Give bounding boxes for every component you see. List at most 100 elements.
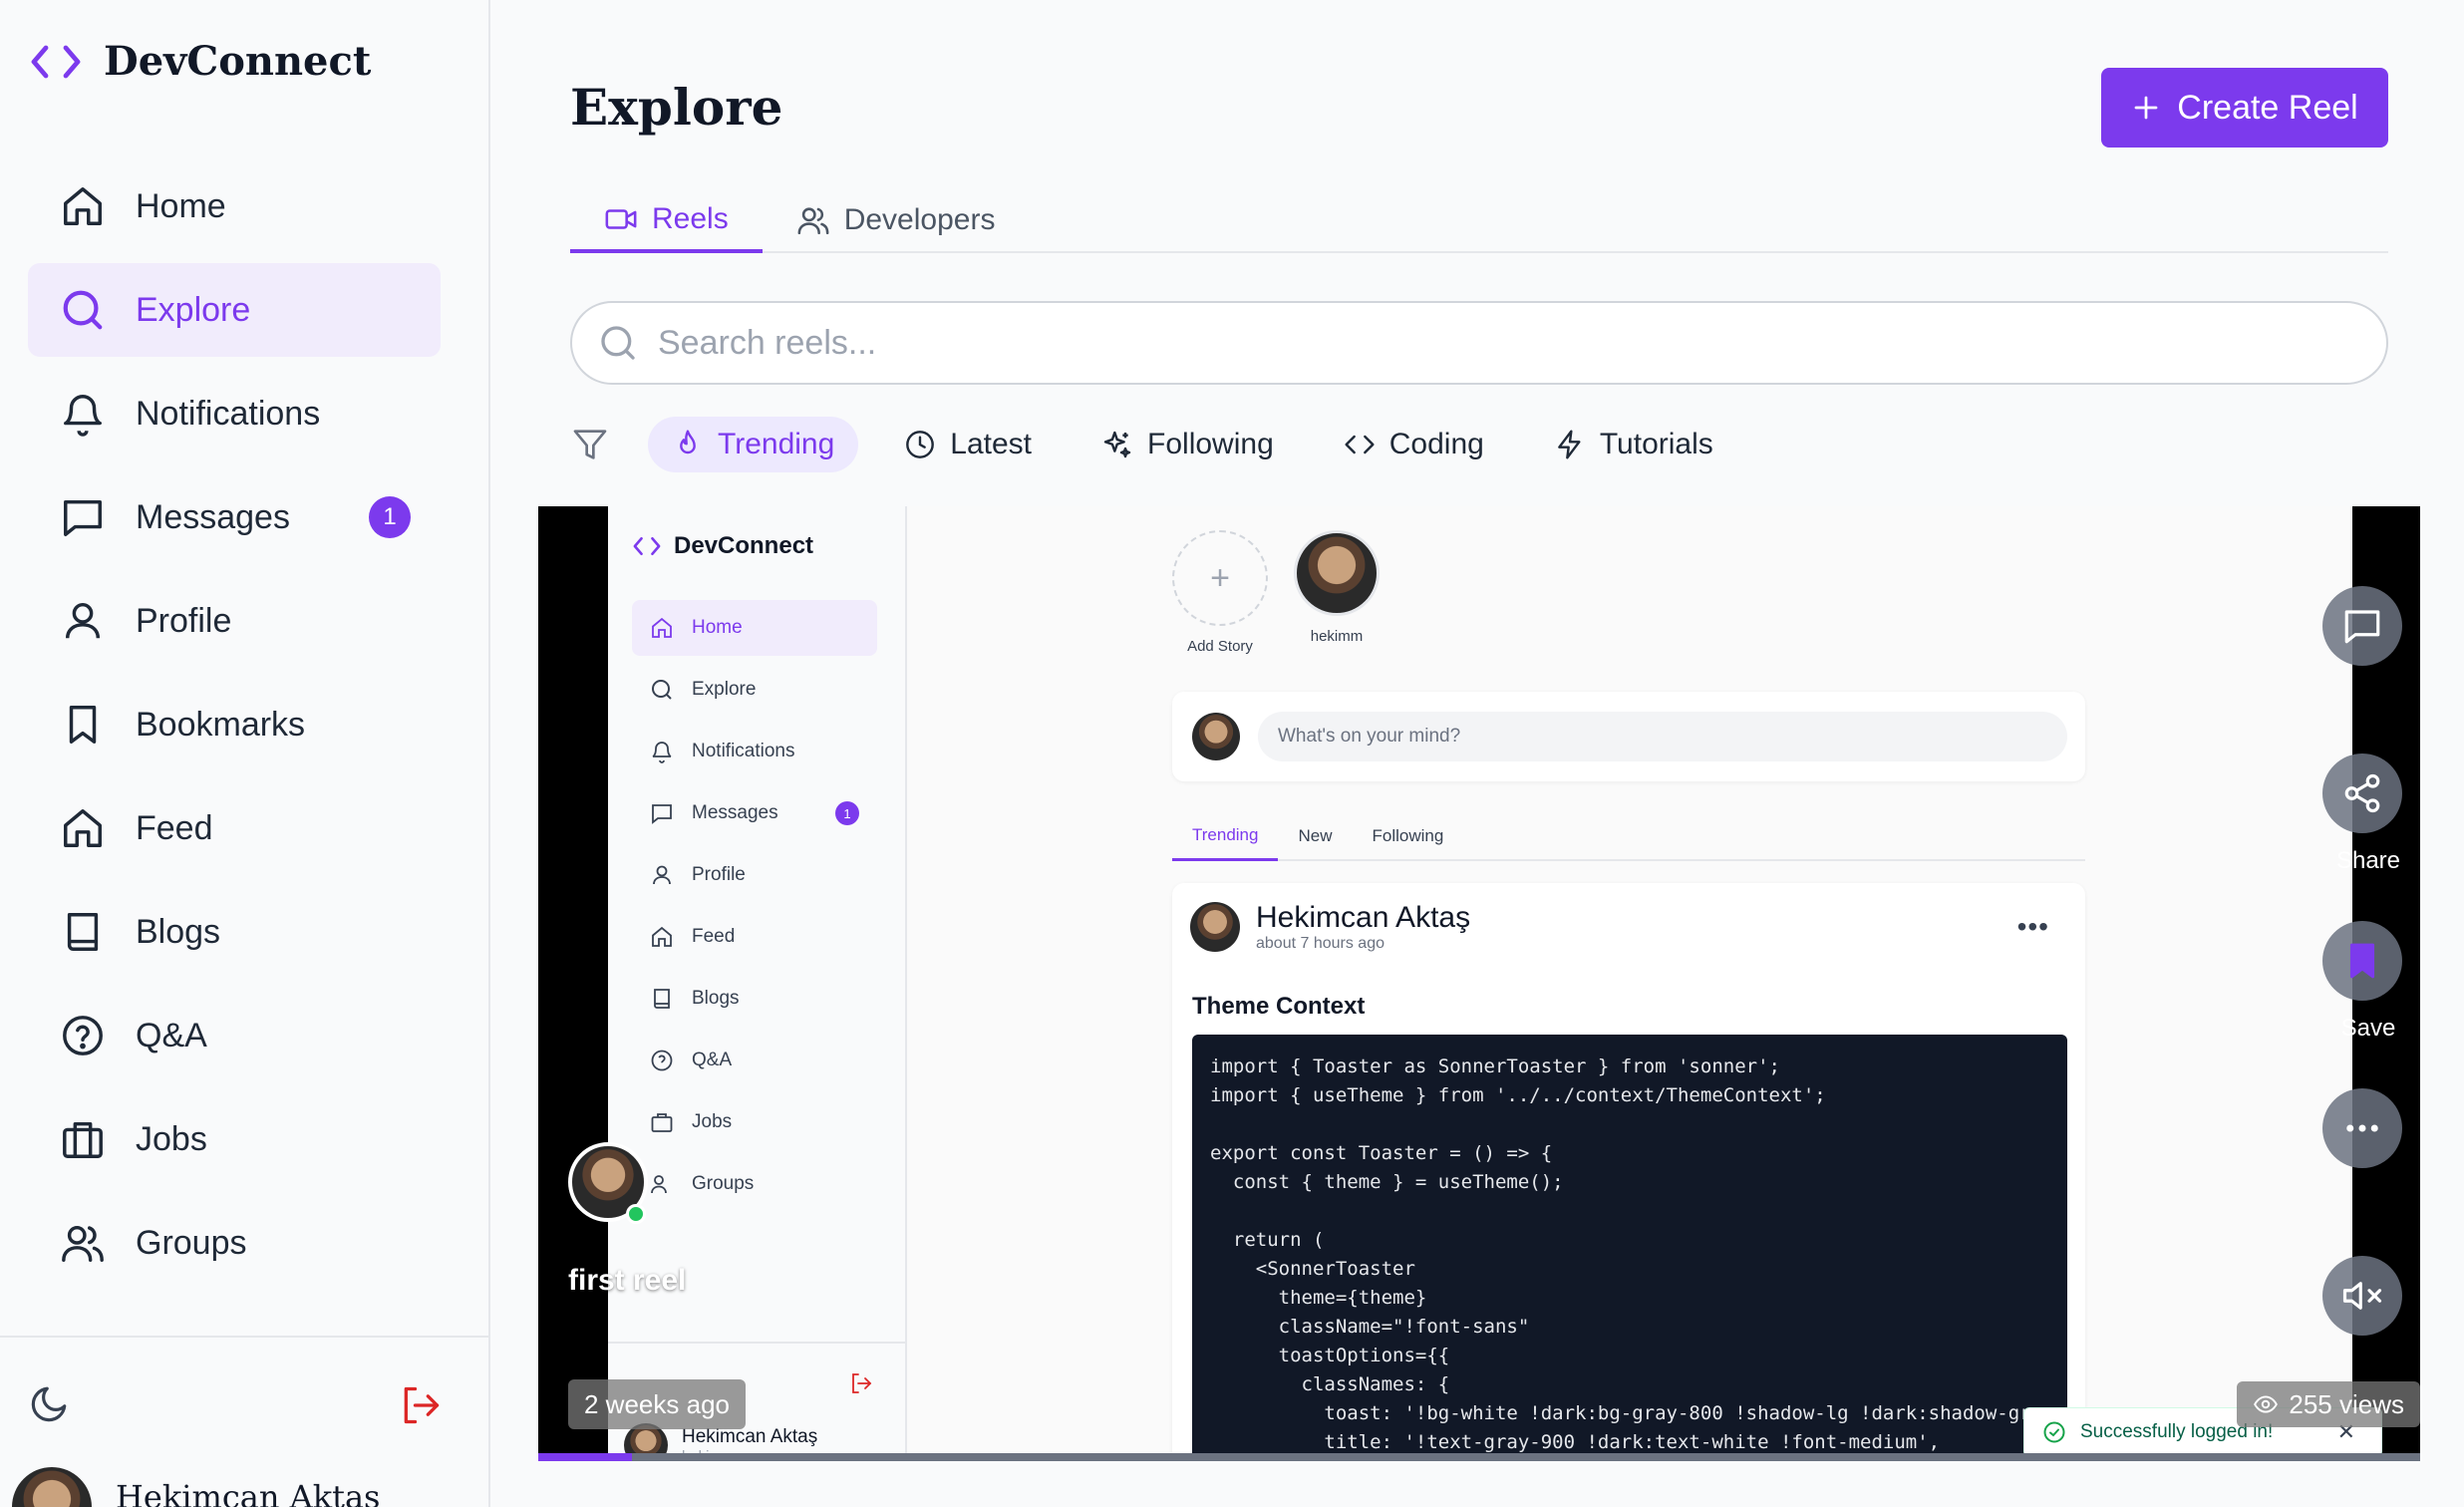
share-button[interactable] [2322, 754, 2402, 833]
moon-icon[interactable] [28, 1383, 70, 1425]
code-block: import { Toaster as SonnerToaster } from… [1192, 1035, 2067, 1461]
frame-divider [608, 1342, 907, 1344]
current-user[interactable]: Hekimcan Aktaş [12, 1467, 380, 1507]
create-reel-button[interactable]: Create Reel [2101, 68, 2388, 148]
help-circle-icon [651, 1050, 673, 1071]
filter-coding[interactable]: Coding [1320, 417, 1508, 472]
frame-nav-item: Feed [632, 909, 877, 965]
search-input[interactable] [658, 323, 2253, 363]
app-name: DevConnect [104, 38, 372, 85]
save-label: Save [2340, 1015, 2396, 1042]
clock-icon [906, 431, 935, 458]
filter-following[interactable]: Following [1078, 417, 1298, 472]
mute-button[interactable] [2322, 1256, 2402, 1336]
sidebar-item-label: Home [136, 186, 226, 225]
filter-label: Tutorials [1599, 428, 1713, 460]
frame-composer: What's on your mind? [1172, 692, 2085, 781]
story-label: Add Story [1187, 638, 1253, 655]
frame-nav: Home Explore Notifications Messages 1 Pro… [632, 600, 877, 1218]
story-add: + Add Story [1172, 530, 1268, 655]
sidebar-item-groups[interactable]: Groups [28, 1196, 441, 1290]
users-icon [797, 207, 829, 235]
logout-icon[interactable] [399, 1383, 443, 1427]
flame-icon [680, 430, 696, 454]
frame-nav-label: Feed [692, 926, 736, 947]
sidebar-item-messages[interactable]: Messages 1 [28, 470, 441, 564]
sidebar-item-feed[interactable]: Feed [28, 781, 441, 875]
frame-nav-label: Groups [692, 1173, 755, 1194]
save-button[interactable] [2322, 921, 2402, 1001]
frame-logo-text: DevConnect [674, 532, 814, 559]
online-indicator [626, 1204, 646, 1224]
filter-trending[interactable]: Trending [648, 417, 859, 472]
frame-tab: New [1298, 826, 1333, 845]
sidebar-divider [0, 1336, 488, 1338]
tab-developers[interactable]: Developers [763, 189, 1030, 251]
post-header: Hekimcan Aktaş about 7 hours ago [1190, 901, 1470, 953]
home-icon [652, 926, 672, 947]
bookmark-icon [2349, 943, 2375, 979]
sidebar-item-bookmarks[interactable]: Bookmarks [28, 678, 441, 771]
book-icon [67, 913, 99, 951]
filter-label: Latest [950, 428, 1033, 460]
views-count: 255 views [2289, 1388, 2404, 1419]
code-line: className="!font-sans" [1210, 1316, 1530, 1338]
main-content: Explore Create Reel Reels Developers Tre… [490, 0, 2464, 1507]
sidebar-item-profile[interactable]: Profile [28, 574, 441, 668]
share-icon [2344, 773, 2380, 813]
code-line: toastOptions={{ [1210, 1345, 1450, 1366]
avatar [1192, 713, 1240, 760]
reel-progress-bar[interactable] [538, 1453, 2420, 1461]
more-icon [2346, 1124, 2378, 1132]
frame-tab: Trending [1172, 811, 1279, 861]
filter-label: Trending [718, 428, 835, 460]
post-author: Hekimcan Aktaş [1256, 901, 1471, 934]
filter-label: Following [1147, 428, 1274, 460]
sidebar-item-label: Bookmarks [136, 705, 306, 744]
reel-player[interactable]: DevConnect Home Explore Notifications Me… [538, 506, 2420, 1461]
search-icon [601, 326, 635, 360]
avatar [12, 1467, 92, 1507]
sidebar-item-notifications[interactable]: Notifications [28, 367, 441, 460]
video-icon [605, 209, 637, 229]
frame-nav-label: Jobs [692, 1111, 733, 1132]
plus-icon [2134, 96, 2158, 120]
tab-label: Developers [843, 203, 996, 236]
frame-feed-tabs: Trending New Following [1172, 811, 2085, 861]
code-line: <SonnerToaster [1210, 1258, 1415, 1280]
code-line: export const Toaster = () => { [1210, 1142, 1553, 1164]
filter-latest[interactable]: Latest [880, 417, 1056, 472]
sidebar-item-blogs[interactable]: Blogs [28, 885, 441, 979]
frame-nav-label: Messages [692, 802, 778, 823]
message-icon [64, 499, 102, 536]
post-time: about 7 hours ago [1256, 935, 1385, 952]
book-icon [654, 989, 670, 1009]
tab-reels[interactable]: Reels [570, 189, 763, 253]
filter-icon[interactable] [570, 425, 610, 464]
sidebar-item-explore[interactable]: Explore [28, 263, 441, 357]
code-line: import { useTheme } from '../../context/… [1210, 1084, 1826, 1106]
sparkles-icon [1103, 431, 1131, 458]
story-user: hekimm [1294, 530, 1380, 655]
frame-nav-label: Q&A [692, 1050, 733, 1070]
sidebar-item-jobs[interactable]: Jobs [28, 1092, 441, 1186]
sidebar-item-label: Groups [136, 1223, 247, 1262]
code-icon [31, 45, 81, 78]
sidebar-nav: Home Explore Notifications Messages 1 Pr… [28, 159, 441, 1300]
mute-icon [2342, 1282, 2382, 1310]
home-icon [652, 617, 672, 638]
home-icon [64, 187, 102, 225]
sidebar-item-label: Notifications [136, 394, 321, 433]
frame-nav-label: Notifications [692, 741, 795, 761]
sidebar-item-qa[interactable]: Q&A [28, 989, 441, 1082]
sidebar-item-home[interactable]: Home [28, 159, 441, 253]
sidebar-item-label: Feed [136, 808, 213, 847]
app-logo[interactable]: DevConnect [30, 38, 371, 85]
filter-tutorials[interactable]: Tutorials [1530, 417, 1737, 472]
more-button[interactable] [2322, 1088, 2402, 1168]
comment-button[interactable] [2322, 586, 2402, 666]
bell-icon [652, 742, 672, 763]
sidebar-item-label: Messages [136, 497, 290, 536]
code-line: return ( [1210, 1229, 1325, 1251]
